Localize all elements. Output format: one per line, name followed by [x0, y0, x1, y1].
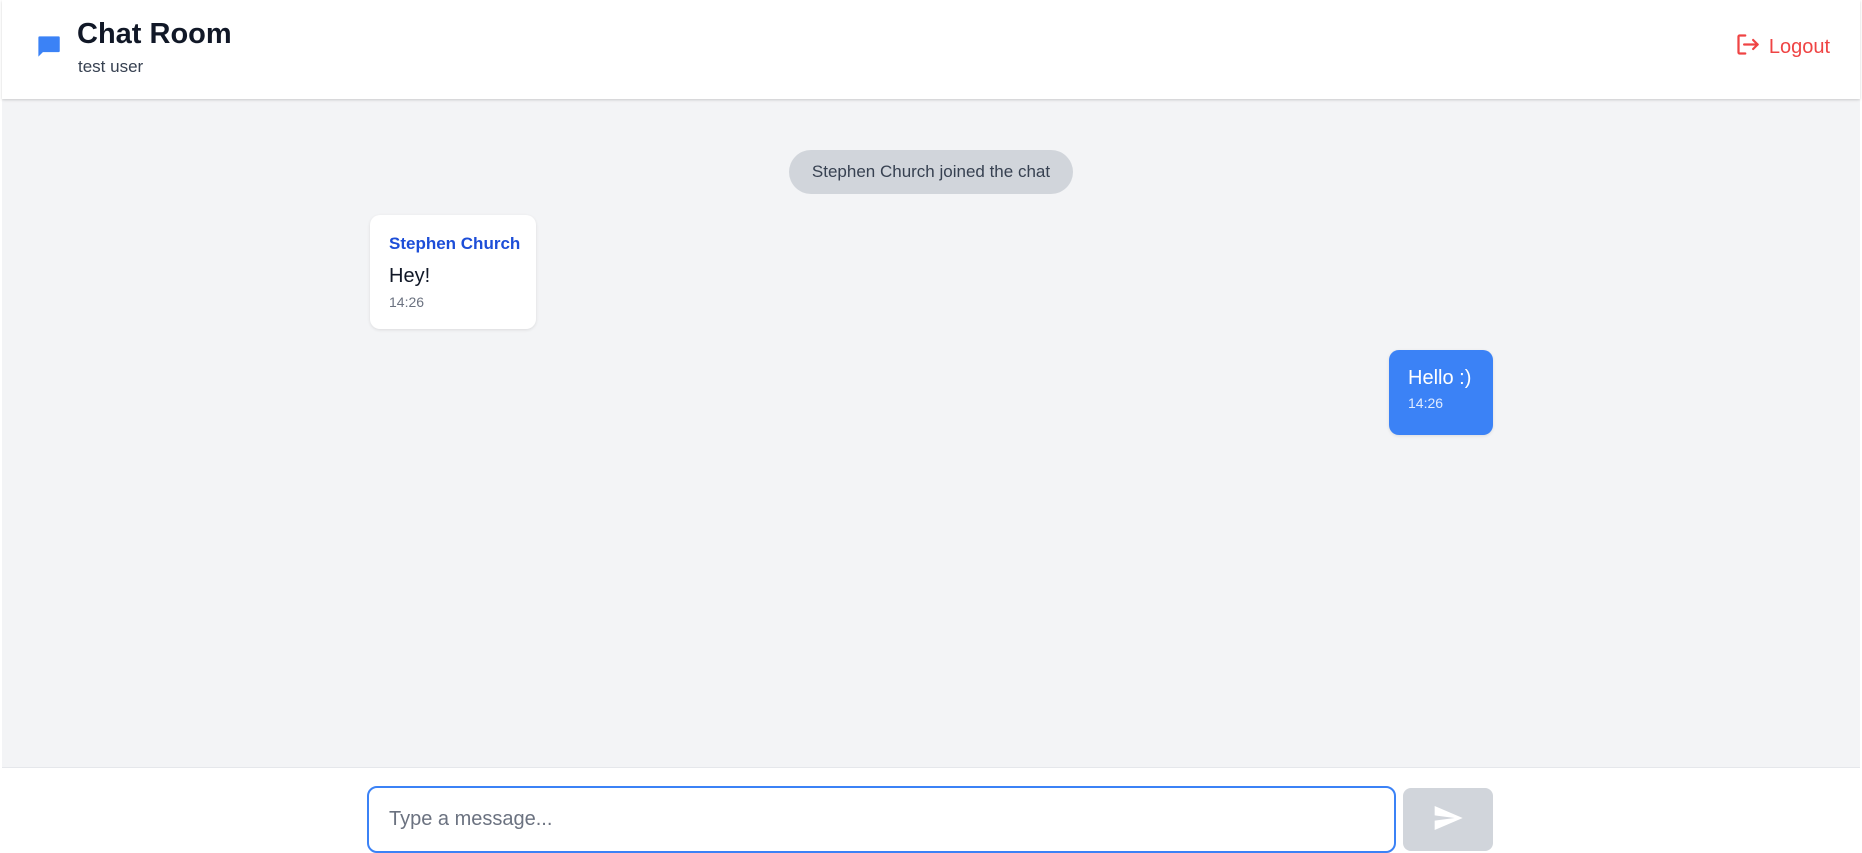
message-input[interactable] [367, 786, 1396, 853]
page-title: Chat Room [77, 18, 232, 50]
system-message: Stephen Church joined the chat [789, 150, 1073, 194]
send-button[interactable] [1403, 788, 1493, 851]
message-composer [2, 767, 1860, 853]
current-username: test user [78, 57, 144, 76]
chat-app: Chat Room test user Logout Stephen Churc… [2, 0, 1860, 853]
message-text: Hey! [389, 265, 431, 287]
send-icon [1432, 802, 1464, 837]
message-text: Hello :) [1408, 367, 1472, 389]
logout-label: Logout [1768, 35, 1830, 58]
message-time: 14:26 [389, 294, 425, 310]
message-sender: Stephen Church [389, 234, 521, 253]
logout-icon [1734, 31, 1761, 64]
logout-button[interactable]: Logout [1734, 33, 1830, 61]
message-list: Stephen Church joined the chat Stephen C… [2, 99, 1860, 767]
message-time: 14:26 [1408, 395, 1444, 411]
chat-bubble-icon [35, 33, 62, 60]
outgoing-message: Hello :) 14:26 [1389, 350, 1493, 435]
app-header: Chat Room test user Logout [2, 0, 1860, 99]
incoming-message: Stephen Church Hey! 14:26 [370, 215, 536, 329]
